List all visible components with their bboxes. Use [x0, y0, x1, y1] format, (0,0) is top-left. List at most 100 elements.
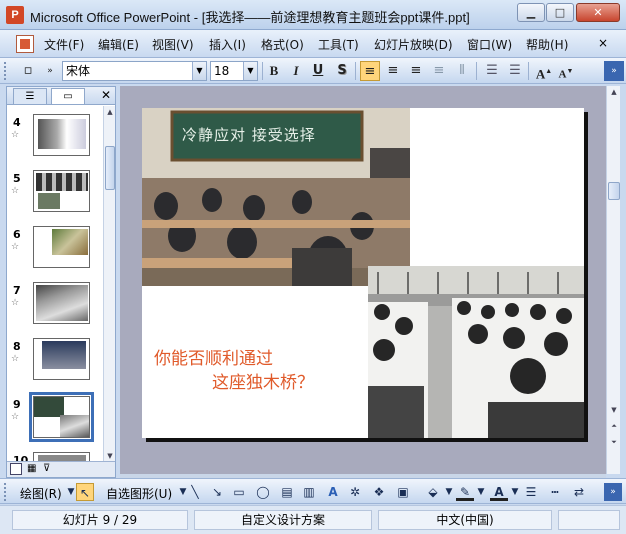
- vertical-textbox-icon[interactable]: ▥: [300, 483, 318, 501]
- toolbar-options-icon[interactable]: »: [40, 61, 60, 81]
- chevron-down-icon[interactable]: ▼: [192, 62, 206, 80]
- grow-font-button[interactable]: A▲: [534, 61, 554, 81]
- column-icon[interactable]: ⦀: [452, 61, 472, 81]
- menu-slideshow[interactable]: 幻灯片放映(D): [374, 36, 453, 53]
- menu-window[interactable]: 窗口(W): [467, 36, 512, 53]
- menu-help[interactable]: 帮助(H): [526, 36, 568, 53]
- bold-button[interactable]: B: [264, 61, 284, 81]
- chalkboard-text: 冷静应对 接受选择: [182, 126, 316, 144]
- slide-thumbnail[interactable]: [33, 338, 90, 380]
- menu-view[interactable]: 视图(V): [152, 36, 194, 53]
- slide-thumbnail-item[interactable]: 7 ☆: [7, 282, 103, 338]
- rectangle-tool-icon[interactable]: ▭: [230, 483, 248, 501]
- italic-button[interactable]: I: [286, 61, 306, 81]
- slide-text-line1[interactable]: 你能否顺利通过: [154, 344, 273, 369]
- main-vertical-scrollbar[interactable]: ▲ ▼ ⏶ ⏷: [606, 86, 620, 474]
- scroll-thumb[interactable]: [608, 182, 620, 200]
- clipart-icon[interactable]: ❖: [370, 483, 388, 501]
- status-empty-cell: [558, 510, 620, 530]
- draw-menu-button[interactable]: 绘图(R): [20, 485, 62, 502]
- insert-picture-icon[interactable]: ▣: [394, 483, 412, 501]
- arrow-style-icon[interactable]: ⇄: [570, 483, 588, 501]
- font-name-select[interactable]: 宋体 ▼: [62, 61, 207, 81]
- toolbar-grip[interactable]: [4, 483, 7, 501]
- new-document-icon[interactable]: ▫: [18, 61, 38, 81]
- close-button[interactable]: ✕: [576, 3, 620, 22]
- tab-slides[interactable]: ▭: [51, 88, 85, 104]
- slide-thumbnail[interactable]: [33, 114, 90, 156]
- textbox-tool-icon[interactable]: ▤: [278, 483, 296, 501]
- thumbnail-photo: [38, 119, 86, 149]
- thumbnail-photo: [34, 397, 64, 417]
- autoshapes-menu-button[interactable]: 自选图形(U): [106, 485, 172, 502]
- close-icon[interactable]: ✕: [101, 88, 111, 102]
- powerpoint-app-icon[interactable]: P: [6, 6, 24, 24]
- toolbar-grip[interactable]: [4, 62, 7, 80]
- exam-hall-photo[interactable]: [368, 266, 584, 438]
- slide-thumbnail[interactable]: [29, 392, 94, 442]
- distribute-text-icon[interactable]: ≡: [429, 61, 449, 81]
- menu-insert[interactable]: 插入(I): [209, 36, 246, 53]
- slideshow-icon[interactable]: ⊽: [43, 463, 50, 474]
- slide-thumbnail-item[interactable]: 8 ☆: [7, 338, 103, 394]
- oval-tool-icon[interactable]: ◯: [254, 483, 272, 501]
- slide-position-status: 幻灯片 9 / 29: [12, 510, 188, 530]
- toolbar-options-icon[interactable]: »: [604, 61, 624, 81]
- scroll-up-icon[interactable]: ▲: [105, 106, 115, 118]
- next-slide-icon[interactable]: ⏷: [608, 436, 620, 448]
- slide-thumbnail-item[interactable]: 6 ☆: [7, 226, 103, 282]
- align-center-button[interactable]: ≡: [383, 61, 403, 81]
- align-left-button[interactable]: ≡: [360, 61, 380, 81]
- scroll-up-icon[interactable]: ▲: [608, 86, 620, 98]
- shrink-font-button[interactable]: A▼: [556, 61, 576, 81]
- slides-scrollbar[interactable]: ▲ ▼: [103, 106, 115, 462]
- scroll-down-icon[interactable]: ▼: [608, 404, 620, 416]
- design-template-status[interactable]: 自定义设计方案: [194, 510, 372, 530]
- document-icon[interactable]: [16, 35, 34, 53]
- font-size-select[interactable]: 18 ▼: [210, 61, 258, 81]
- slide-sorter-icon[interactable]: ▦: [27, 463, 36, 474]
- diagram-icon[interactable]: ✲: [346, 483, 364, 501]
- classroom-photo[interactable]: 冷静应对 接受选择: [142, 108, 410, 286]
- maximize-button[interactable]: □: [546, 3, 574, 22]
- previous-slide-icon[interactable]: ⏶: [608, 420, 620, 432]
- slide-editing-area[interactable]: 冷静应对 接受选择 你能否顺利通过 这座独木桥？: [120, 86, 606, 474]
- align-right-button[interactable]: ≡: [406, 61, 426, 81]
- underline-button[interactable]: U: [308, 61, 328, 81]
- numbering-icon[interactable]: ☰: [482, 61, 502, 81]
- arrow-tool-icon[interactable]: ↘: [208, 483, 226, 501]
- select-pointer-icon[interactable]: ↖: [76, 483, 94, 501]
- menu-edit[interactable]: 编辑(E): [98, 36, 139, 53]
- minimize-button[interactable]: ▁: [517, 3, 545, 22]
- line-tool-icon[interactable]: ╲: [186, 483, 204, 501]
- slide-text-line2[interactable]: 这座独木桥？: [212, 368, 314, 393]
- close-document-button[interactable]: ×: [598, 36, 608, 50]
- drawing-toolbar: 绘图(R) ▼ ↖ 自选图形(U) ▼ ╲ ↘ ▭ ◯ ▤ ▥ A ✲ ❖ ▣ …: [0, 478, 626, 504]
- line-style-icon[interactable]: ☰: [522, 483, 540, 501]
- menu-tools[interactable]: 工具(T): [318, 36, 359, 53]
- slide-thumbnail[interactable]: [33, 282, 90, 324]
- separator: [528, 62, 529, 80]
- wordart-icon[interactable]: A: [324, 483, 342, 501]
- chevron-down-icon[interactable]: ▼: [243, 62, 257, 80]
- toolbar-options-icon[interactable]: »: [604, 483, 622, 501]
- slide-thumbnail-item[interactable]: 4 ☆: [7, 114, 103, 170]
- normal-view-icon[interactable]: [10, 463, 22, 475]
- menu-file[interactable]: 文件(F): [44, 36, 84, 53]
- menu-format[interactable]: 格式(O): [261, 36, 304, 53]
- view-buttons: ▦ ⊽: [7, 461, 115, 477]
- dash-style-icon[interactable]: ┅: [546, 483, 564, 501]
- bullets-icon[interactable]: ☰: [505, 61, 525, 81]
- slide-thumbnail[interactable]: [33, 170, 90, 212]
- current-slide[interactable]: 冷静应对 接受选择 你能否顺利通过 这座独木桥？: [142, 108, 584, 438]
- animation-star-icon: ☆: [11, 412, 20, 422]
- slide-thumbnail-item[interactable]: 5 ☆: [7, 170, 103, 226]
- shadow-button[interactable]: S: [332, 61, 352, 81]
- scroll-thumb[interactable]: [105, 146, 115, 190]
- slide-thumbnail-item-selected[interactable]: 9 ☆: [7, 392, 103, 452]
- tab-outline[interactable]: ☰: [13, 88, 47, 104]
- slide-thumbnail[interactable]: [33, 226, 90, 268]
- slide-thumbnail-list[interactable]: 4 ☆ 5 ☆ 6 ☆ 7 ☆ 8 ☆ 9 ☆ 10: [7, 106, 103, 462]
- separator: [476, 62, 477, 80]
- chevron-down-icon[interactable]: ▼: [472, 483, 490, 501]
